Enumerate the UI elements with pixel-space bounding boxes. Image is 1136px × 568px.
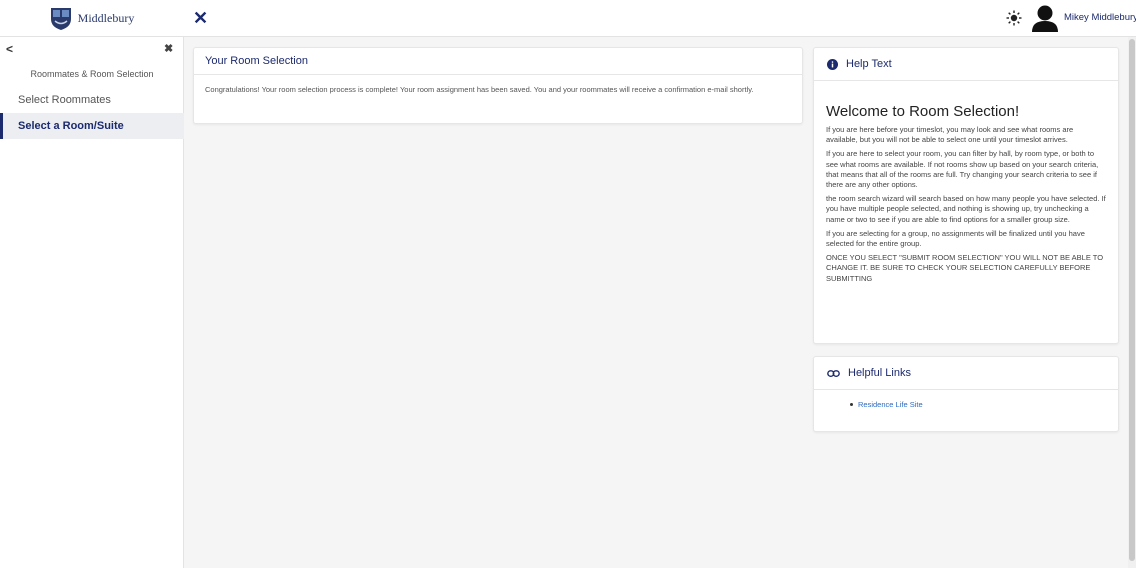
helpful-links-card: Helpful Links Residence Life Site [813,356,1119,432]
help-card-title: Help Text [846,58,892,70]
help-paragraph: the room search wizard will search based… [826,194,1106,224]
help-paragraph: If you are here before your timeslot, yo… [826,125,1074,145]
shield-logo-icon [50,7,71,30]
logo[interactable]: Middlebury [0,0,184,37]
help-paragraph: If you are selecting for a group, no ass… [826,228,1085,249]
avatar[interactable] [1032,5,1058,32]
help-title: Welcome to Room Selection! [826,103,1020,120]
close-icon[interactable]: ✖ [164,42,173,55]
scrollbar-thumb[interactable] [1129,39,1135,561]
links-card-title: Helpful Links [848,367,911,379]
chevron-left-icon[interactable]: < [6,42,13,56]
sidebar-item-select-room-suite[interactable]: Select a Room/Suite [0,113,184,139]
page-scrollbar[interactable] [1128,37,1136,568]
links-card-header: Helpful Links [814,357,1118,390]
sidebar-item-select-roommates[interactable]: Select Roommates [0,87,184,113]
link-list: Residence Life Site [814,390,1118,409]
card-title: Your Room Selection [194,48,802,75]
help-card-header: Help Text [814,48,1118,81]
link-icon [827,369,840,377]
close-icon[interactable]: ✕ [193,8,209,28]
top-bar: Middlebury ✕ Mikey Middlebury [0,0,1136,37]
residence-life-link[interactable]: Residence Life Site [850,400,1118,409]
help-paragraph: If you are here to select your room, you… [826,149,1099,190]
bullet [850,403,853,406]
room-selection-card: Your Room Selection Congratulations! You… [193,47,803,124]
confirmation-message: Congratulations! Your room selection pro… [205,85,754,94]
user-name-link[interactable]: Mikey Middlebury [1064,12,1136,23]
help-paragraph: ONCE YOU SELECT "SUBMIT ROOM SELECTION" … [826,253,1104,283]
sidebar: < ✖ Roommates & Room Selection Select Ro… [0,37,184,568]
sidebar-heading: Roommates & Room Selection [30,69,154,79]
info-icon [827,58,838,70]
logo-text: Middlebury [77,11,135,25]
sun-icon[interactable] [1006,10,1022,26]
help-body: Welcome to Room Selection! If you are he… [814,103,1118,284]
help-text-card: Help Text Welcome to Room Selection! If … [813,47,1119,344]
link-label[interactable]: Residence Life Site [858,400,923,409]
